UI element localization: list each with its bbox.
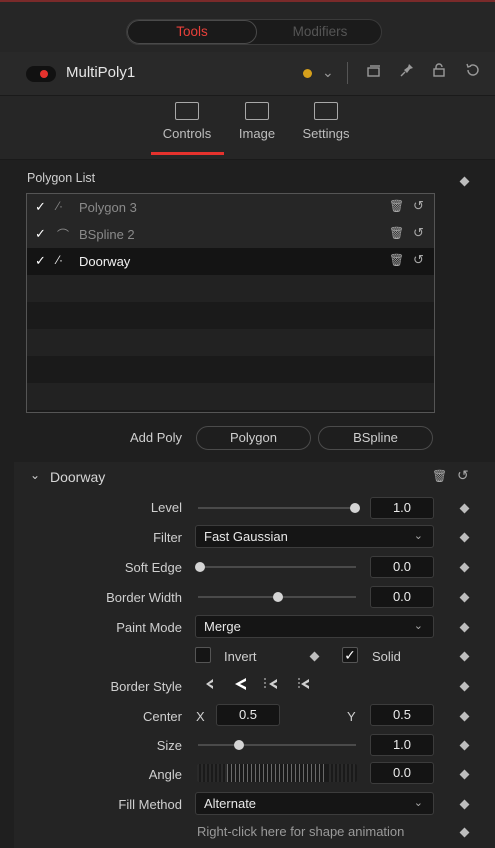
tab-image[interactable]: Image <box>222 102 292 141</box>
list-item[interactable]: ✓ ⁄· Doorway 🗑 ↺ <box>27 248 434 275</box>
level-label: Level <box>150 500 182 515</box>
level-input[interactable]: 1.0 <box>370 497 434 519</box>
fill-method-dropdown[interactable]: Alternate ⌄ <box>195 792 434 815</box>
border-width-label: Border Width <box>106 590 182 605</box>
keyframe-diamond-icon[interactable] <box>459 176 470 187</box>
paint-mode-label: Paint Mode <box>116 620 182 635</box>
filter-label: Filter <box>153 530 182 545</box>
list-stripe <box>27 329 434 356</box>
pin-icon[interactable] <box>399 62 415 81</box>
size-slider-handle[interactable] <box>233 740 244 750</box>
border-style-miter-icon[interactable] <box>233 676 249 697</box>
modifiers-tab-button[interactable]: Modifiers <box>257 20 381 44</box>
reset-icon[interactable] <box>465 62 481 81</box>
trash-icon[interactable]: 🗑 <box>389 253 404 267</box>
list-item[interactable]: ✓ ⌒ BSpline 2 🗑 ↺ <box>27 221 434 248</box>
tools-tab-button[interactable]: Tools <box>127 20 257 44</box>
paint-mode-value: Merge <box>204 619 241 634</box>
center-x-input[interactable]: 0.5 <box>216 704 280 726</box>
tab-controls[interactable]: Controls <box>152 102 222 141</box>
version-icon[interactable] <box>366 63 382 82</box>
invert-label: Invert <box>224 649 257 664</box>
image-icon <box>245 102 269 120</box>
tools-modifiers-switch: Tools Modifiers <box>126 19 382 45</box>
soft-edge-label: Soft Edge <box>124 560 182 575</box>
angle-thumbwheel[interactable] <box>197 764 357 782</box>
thumbwheel-ticks <box>227 764 327 782</box>
controls-icon <box>175 102 199 120</box>
tool-enabled-indicator <box>40 70 48 78</box>
reset-icon[interactable]: ↺ <box>413 252 424 268</box>
polygon-list-label: Polygon List <box>27 171 96 185</box>
invert-checkbox[interactable] <box>195 647 211 663</box>
list-stripe <box>27 275 434 302</box>
list-item-label: BSpline 2 <box>79 227 135 242</box>
center-y-label: Y <box>347 709 356 724</box>
checkbox-checked-icon[interactable]: ✓ <box>35 227 48 240</box>
lock-icon[interactable] <box>431 62 447 81</box>
add-poly-label: Add Poly <box>130 430 183 445</box>
chevron-down-icon: ⌄ <box>413 620 423 632</box>
center-y-input[interactable]: 0.5 <box>370 704 434 726</box>
paint-mode-dropdown[interactable]: Merge ⌄ <box>195 615 434 638</box>
add-bspline-button[interactable]: BSpline <box>318 426 433 450</box>
reset-icon[interactable]: ↺ <box>457 467 469 484</box>
tool-name: MultiPoly1 <box>66 64 136 81</box>
tab-settings[interactable]: Settings <box>291 102 361 141</box>
solid-checkbox[interactable]: ✓ <box>342 647 358 663</box>
panel-title: Doorway <box>50 469 106 485</box>
polygon-list: ✓ ⁄· Polygon 3 🗑 ↺ ✓ ⌒ BSpline 2 🗑 ↺ ✓ ⁄… <box>26 193 435 413</box>
angle-label: Angle <box>148 767 182 782</box>
tool-color-dot[interactable] <box>303 69 312 78</box>
tab-controls-label: Controls <box>162 126 212 141</box>
size-label: Size <box>156 738 182 753</box>
list-item-label: Doorway <box>79 254 131 269</box>
settings-icon <box>314 102 338 120</box>
list-item-label: Polygon 3 <box>79 200 137 215</box>
size-input[interactable]: 1.0 <box>370 734 434 756</box>
checkbox-checked-icon[interactable]: ✓ <box>35 200 48 213</box>
list-item[interactable]: ✓ ⁄· Polygon 3 🗑 ↺ <box>27 194 434 221</box>
angle-input[interactable]: 0.0 <box>370 762 434 784</box>
fill-method-value: Alternate <box>204 796 257 811</box>
tab-settings-label: Settings <box>302 126 350 141</box>
list-stripe <box>27 383 434 410</box>
chevron-down-icon: ⌄ <box>413 797 423 809</box>
center-x-label: X <box>196 709 205 724</box>
soft-edge-input[interactable]: 0.0 <box>370 556 434 578</box>
border-style-bevel-icon[interactable] <box>203 676 217 697</box>
level-slider-handle[interactable] <box>350 503 360 513</box>
chevron-down-icon[interactable]: ⌄ <box>322 64 334 81</box>
shape-animation-hint[interactable]: Right-click here for shape animation <box>197 824 404 839</box>
bspline-shape-icon: ⌒ <box>57 228 70 242</box>
trash-icon[interactable]: 🗑 <box>432 469 447 483</box>
border-width-slider-handle[interactable] <box>272 592 283 602</box>
trash-icon[interactable]: 🗑 <box>389 199 404 213</box>
trash-icon[interactable]: 🗑 <box>389 226 404 240</box>
chevron-down-icon: ⌄ <box>413 530 423 542</box>
size-slider[interactable] <box>198 744 356 746</box>
border-style-label: Border Style <box>110 679 182 694</box>
header-divider <box>347 62 348 84</box>
level-slider[interactable] <box>198 507 356 509</box>
border-style-square-icon[interactable] <box>296 676 312 697</box>
tab-image-label: Image <box>238 126 276 141</box>
polygon-shape-icon: ⁄· <box>57 253 63 267</box>
filter-value: Fast Gaussian <box>204 529 288 544</box>
center-label: Center <box>142 709 182 724</box>
soft-edge-slider-handle[interactable] <box>195 562 205 572</box>
add-polygon-button[interactable]: Polygon <box>196 426 311 450</box>
active-tab-indicator <box>151 152 224 155</box>
polygon-shape-icon: ⁄· <box>57 199 63 213</box>
solid-label: Solid <box>372 649 401 664</box>
border-style-round-icon[interactable] <box>262 676 280 697</box>
checkbox-checked-icon[interactable]: ✓ <box>35 254 48 267</box>
filter-dropdown[interactable]: Fast Gaussian ⌄ <box>195 525 434 548</box>
reset-icon[interactable]: ↺ <box>413 198 424 214</box>
chevron-down-icon[interactable]: ⌄ <box>30 468 40 482</box>
soft-edge-slider[interactable] <box>198 566 356 568</box>
border-width-input[interactable]: 0.0 <box>370 586 434 608</box>
reset-icon[interactable]: ↺ <box>413 225 424 241</box>
fill-method-label: Fill Method <box>118 797 182 812</box>
